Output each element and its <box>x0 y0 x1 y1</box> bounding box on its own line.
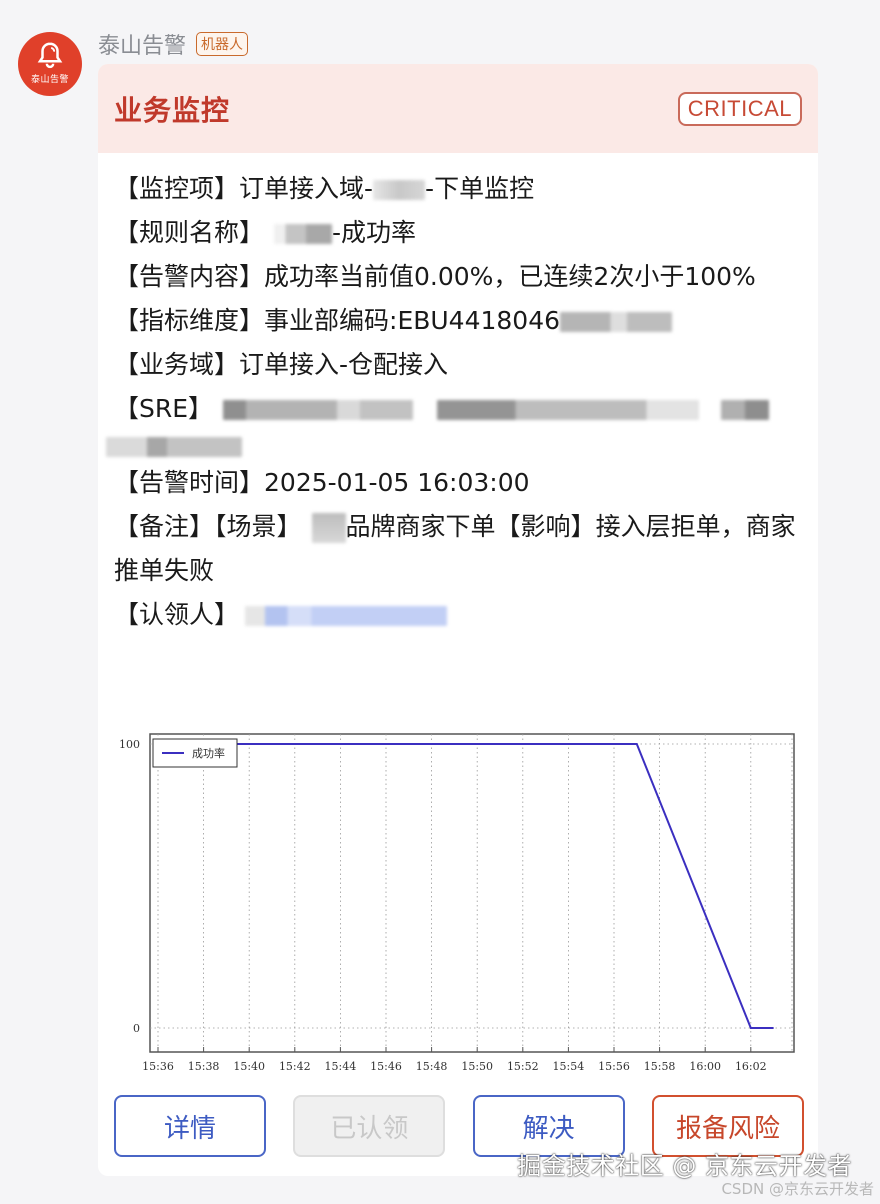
field-value: 2025-01-05 16:03:00 <box>264 468 530 497</box>
field-label: 【场景】 <box>214 512 302 541</box>
field-value: 成功率当前值0.00%，已连续2次小于100% <box>264 262 756 291</box>
redacted-text <box>311 513 346 543</box>
field-alert-content: 【告警内容】成功率当前值0.00%，已连续2次小于100% <box>114 255 802 299</box>
x-tick-label: 16:00 <box>689 1060 721 1072</box>
x-tick-label: 15:58 <box>644 1060 676 1072</box>
x-tick-label: 15:48 <box>416 1060 448 1072</box>
field-label: 【规则名称】 <box>114 218 265 247</box>
field-label: 【影响】 <box>495 512 596 541</box>
alert-card: 业务监控 CRITICAL 【监控项】订单接入域- -下单监控 【规则名称】 -成功… <box>98 64 818 1176</box>
field-dimension: 【指标维度】事业部编码:EBU4418046 <box>114 299 802 343</box>
redacted-text[interactable] <box>245 606 448 626</box>
field-value: 订单接入-仓配接入 <box>239 350 449 379</box>
redacted-text <box>437 400 700 420</box>
x-tick-label: 15:52 <box>507 1060 539 1072</box>
redacted-text <box>223 400 414 420</box>
field-value: -下单监控 <box>425 174 535 203</box>
field-sre: 【SRE】 <box>106 387 802 457</box>
redacted-text <box>373 180 426 200</box>
severity-badge: CRITICAL <box>677 91 802 126</box>
field-value: 品牌商家下单 <box>345 512 496 541</box>
x-tick-label: 15:56 <box>598 1060 630 1072</box>
field-label: 【SRE】 <box>114 394 214 423</box>
chart-svg: 15:36 15:38 15:40 15:42 15:44 15:46 15:48 15:50… <box>119 733 795 1073</box>
card-title: 业务监控 <box>114 93 231 127</box>
field-label: 【告警内容】 <box>114 262 265 291</box>
field-remark: 【备注】【场景】 品牌商家下单【影响】接入层拒单，商家推单失败 <box>114 505 802 593</box>
watermark-main: 掘金技术社区 @ 京东云开发者 <box>517 1152 852 1180</box>
field-business-domain: 【业务域】订单接入-仓配接入 <box>114 343 802 387</box>
field-label: 【业务域】 <box>114 350 240 379</box>
redacted-text <box>560 312 673 332</box>
watermark-secondary: CSDN @京东云开发者 <box>721 1180 874 1198</box>
redacted-text <box>721 400 770 420</box>
field-rule-name: 【规则名称】 -成功率 <box>114 211 802 255</box>
x-tick-label: 15:50 <box>461 1060 493 1072</box>
avatar-label: 泰山告警 <box>30 74 69 85</box>
x-tick-label: 15:40 <box>233 1060 265 1072</box>
field-claimant: 【认领人】 <box>114 593 802 637</box>
bot-badge: 机器人 <box>196 32 249 56</box>
field-value: 事业部编码:EBU4418046 <box>264 306 561 335</box>
bell-icon <box>37 41 63 68</box>
success-rate-chart: 15:36 15:38 15:40 15:42 15:44 15:46 15:48 15:50… <box>114 732 804 1073</box>
field-label: 【监控项】 <box>114 174 240 203</box>
sender-name: 泰山告警 <box>98 34 187 59</box>
field-alert-time: 【告警时间】2025-01-05 16:03:00 <box>114 461 802 505</box>
field-label: 【指标维度】 <box>114 306 265 335</box>
claimed-button[interactable]: 已认领 <box>293 1095 446 1157</box>
x-tick-label: 15:54 <box>553 1060 585 1072</box>
x-tick-label: 15:46 <box>370 1060 402 1072</box>
avatar[interactable]: 泰山告警 <box>18 32 82 96</box>
legend-label: 成功率 <box>192 746 225 760</box>
field-label: 【告警时间】 <box>114 468 265 497</box>
field-value: 订单接入域- <box>239 174 374 203</box>
field-monitor-item: 【监控项】订单接入域- -下单监控 <box>114 167 802 211</box>
field-label: 【备注】 <box>114 512 215 541</box>
x-tick-label: 15:38 <box>188 1060 220 1072</box>
sender-header: 泰山告警 机器人 <box>98 28 249 60</box>
x-tick-label: 15:44 <box>325 1060 357 1072</box>
x-tick-label: 15:42 <box>279 1060 311 1072</box>
redacted-text <box>106 437 242 457</box>
card-header: 业务监控 CRITICAL <box>98 64 818 153</box>
y-tick-label: 0 <box>133 1022 140 1035</box>
field-label: 【认领人】 <box>114 600 240 629</box>
y-tick-label: 100 <box>119 738 140 751</box>
card-body: 【监控项】订单接入域- -下单监控 【规则名称】 -成功率 【告警内容】成功率当前值… <box>98 153 818 637</box>
details-button[interactable]: 详情 <box>114 1095 266 1157</box>
x-tick-label: 15:36 <box>142 1060 174 1072</box>
field-value: -成功率 <box>332 218 417 247</box>
x-tick-label: 16:02 <box>735 1060 767 1072</box>
redacted-text <box>274 224 333 244</box>
